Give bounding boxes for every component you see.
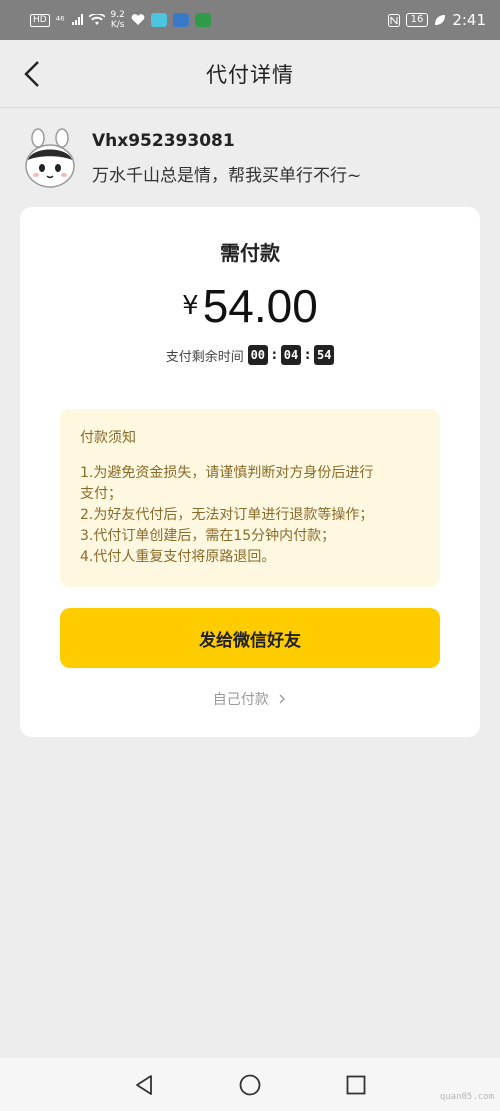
nav-recents-button[interactable] [344,1073,368,1097]
battery-icon: 16 [405,13,429,27]
page-title: 代付详情 [206,63,294,87]
network-speed: 9.2 K/s [111,10,125,30]
game-app-icon [194,13,211,27]
book-app-icon [150,13,167,27]
send-to-wechat-friend-button[interactable]: 发给微信好友 [60,608,440,668]
nav-bar: 代付详情 [0,40,500,108]
amount: ¥54.00 [20,279,480,333]
notice-title: 付款须知 [80,430,136,446]
speed-unit: K/s [110,20,125,30]
cartoon-avatar-icon [25,128,75,188]
notice-line: 1.为避免资金损失，请谨慎判断对方身份后进行 [80,465,374,481]
status-left: HD ⁴⁶ 9.2 K/s [30,10,211,30]
nfc-icon [387,13,400,27]
notice-line: 2.为好友代付后，无法对订单进行退款等操作； [80,507,374,523]
clock: 2:41 [452,11,486,29]
currency-symbol: ¥ [182,291,199,321]
signal-icon: ⁴⁶ [55,13,65,27]
countdown-minutes: 04 [281,345,301,365]
countdown-seconds: 54 [314,345,335,365]
chevron-left-icon [24,61,39,87]
countdown-colon: : [271,347,277,363]
countdown: 支付剩余时间 00 : 04 : 54 [20,345,480,365]
countdown-label: 支付剩余时间 [165,349,244,365]
system-nav-bar [0,1058,500,1111]
hd-badge: HD [30,13,50,27]
watermark: quan05.com [439,1092,494,1102]
nav-home-button[interactable] [238,1073,262,1097]
nav-back-button[interactable] [132,1073,156,1097]
payment-notice: 付款须知 1.为避免资金损失，请谨慎判断对方身份后进行 支付； 2.为好友代付后… [60,409,440,587]
square-recents-icon [346,1075,366,1094]
countdown-colon: : [305,347,311,363]
payment-card: 需付款 ¥54.00 支付剩余时间 00 : 04 : 54 付款须知 1.为避… [20,207,480,737]
status-right: 16 2:41 [387,11,486,29]
circle-home-icon [239,1074,261,1095]
triangle-back-icon [136,1074,152,1095]
nav-divider [0,107,500,108]
amount-value: 54.00 [202,280,318,332]
status-bar: HD ⁴⁶ 9.2 K/s 16 2:41 [0,0,500,40]
notice-line: 3.代付订单创建后，需在15分钟内付款； [80,528,336,544]
speed-value: 9.2 [110,10,125,20]
heart-app-icon [131,14,145,25]
pay-myself-label: 自己付款 [212,692,269,708]
leaf-icon [435,15,446,25]
avatar[interactable] [22,128,78,190]
wifi-icon [88,14,105,25]
pay-myself-link[interactable]: 自己付款 [20,689,480,709]
countdown-hours: 00 [247,345,268,365]
username: Vhx952393081 [92,131,235,151]
request-message: 万水千山总是情，帮我买单行不行~ [92,166,362,186]
notice-line: 4.代付人重复支付将原路退回。 [80,549,276,565]
cellular-icon [71,14,83,25]
amount-label: 需付款 [220,241,280,265]
chevron-right-icon [279,694,286,704]
map-app-icon [172,13,189,27]
back-button[interactable] [14,56,50,92]
notice-line: 支付； [80,486,122,502]
